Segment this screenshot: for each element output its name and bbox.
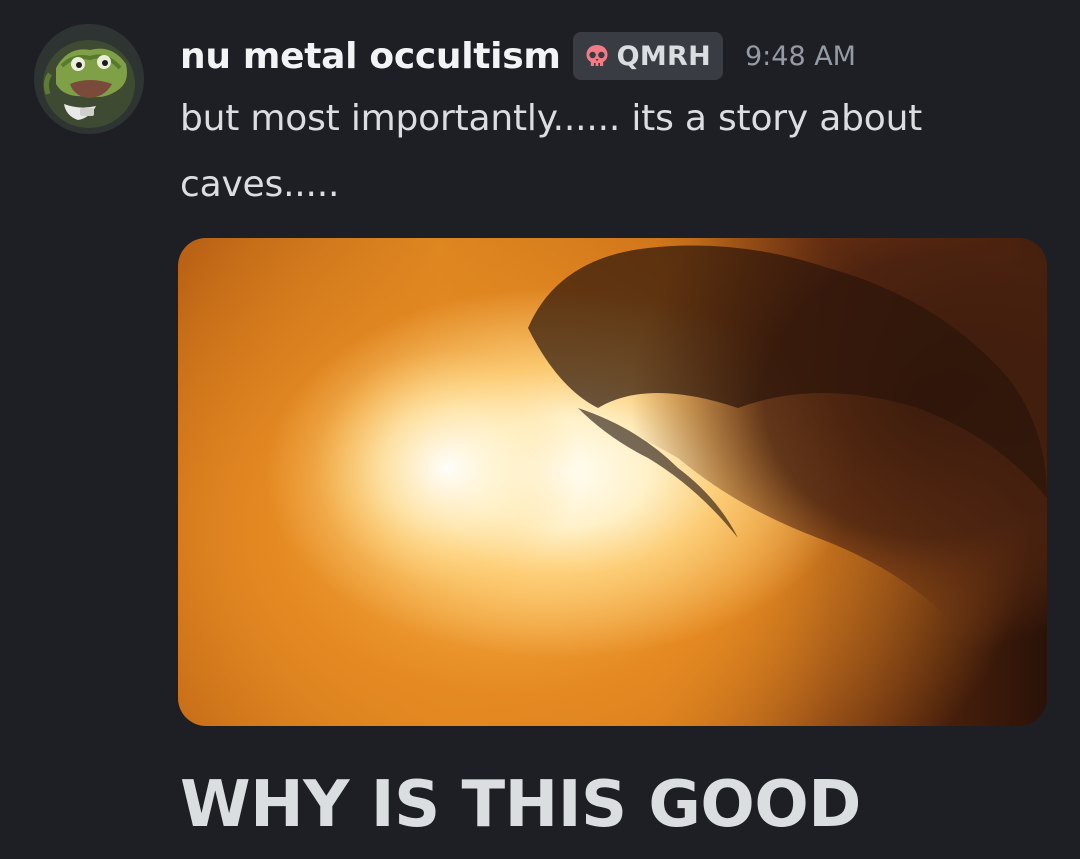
frog-avatar-icon (34, 24, 144, 134)
skull-icon (583, 42, 611, 70)
message-text: but most importantly...... its a story a… (180, 98, 923, 205)
attachment-image (288, 238, 1047, 698)
server-tag-badge[interactable]: QMRH (572, 32, 723, 80)
image-attachment[interactable] (178, 238, 1047, 726)
chat-message: nu metal occultism QMRH 9:48 AM but most… (0, 0, 1080, 859)
server-tag-label: QMRH (616, 40, 711, 72)
message-timestamp[interactable]: 9:48 AM (745, 41, 856, 72)
message-caption: WHY IS THIS GOOD (180, 768, 861, 842)
user-avatar[interactable] (34, 24, 144, 134)
message-header: nu metal occultism QMRH 9:48 AM (180, 28, 856, 84)
username[interactable]: nu metal occultism (180, 36, 561, 77)
